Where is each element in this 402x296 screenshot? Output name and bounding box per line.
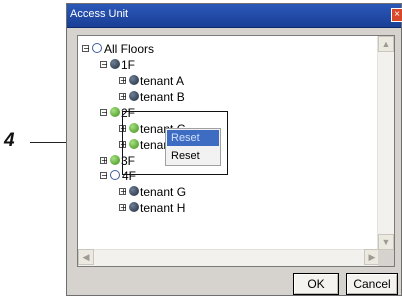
- scroll-left-icon[interactable]: ◀: [78, 249, 94, 265]
- dark-globe-icon: [129, 75, 139, 85]
- vertical-scrollbar[interactable]: ▲ ▼: [377, 36, 394, 250]
- tree-node-label: tenant G: [140, 185, 187, 199]
- window-title: Access Unit: [70, 8, 129, 20]
- tree-node-label: All Floors: [104, 42, 155, 56]
- title-bar[interactable]: Access Unit ×: [67, 4, 402, 28]
- context-menu-item-reset[interactable]: Reset: [167, 148, 219, 164]
- tree-node-label: tenant B: [140, 90, 185, 104]
- callout-number: 4: [4, 130, 15, 151]
- ok-button[interactable]: OK: [293, 273, 339, 295]
- horizontal-scrollbar[interactable]: ◀ ▶: [78, 249, 380, 266]
- expand-icon[interactable]: +: [100, 157, 108, 165]
- dark-globe-icon: [129, 186, 139, 196]
- open-circle-icon: [110, 170, 120, 180]
- scroll-down-icon[interactable]: ▼: [378, 234, 394, 250]
- collapse-icon[interactable]: −: [100, 109, 108, 117]
- collapse-icon[interactable]: −: [100, 172, 108, 180]
- expand-icon[interactable]: +: [119, 204, 127, 212]
- collapse-icon[interactable]: −: [82, 45, 90, 53]
- tree-node-label: tenant H: [140, 201, 186, 215]
- collapse-icon[interactable]: −: [100, 61, 108, 69]
- access-unit-dialog: Access Unit × − All Floors − 1F + tenant…: [66, 3, 402, 296]
- tree-node-label: tenant A: [140, 74, 185, 88]
- context-menu-item-highlighted[interactable]: Reset: [167, 130, 219, 146]
- tree-node-label: 1F: [121, 58, 136, 72]
- scroll-up-icon[interactable]: ▲: [378, 36, 394, 52]
- green-globe-icon: [110, 155, 120, 165]
- expand-icon[interactable]: +: [119, 77, 127, 85]
- dark-globe-icon: [129, 91, 139, 101]
- dark-globe-icon: [110, 59, 120, 69]
- expand-icon[interactable]: +: [119, 188, 127, 196]
- open-circle-icon: [92, 43, 102, 53]
- expand-icon[interactable]: +: [119, 93, 127, 101]
- context-menu: Reset Reset: [165, 128, 221, 166]
- dark-globe-icon: [129, 202, 139, 212]
- cancel-button[interactable]: Cancel: [346, 273, 398, 295]
- scrollbar-corner: [378, 250, 394, 266]
- green-globe-icon: [110, 107, 120, 117]
- close-icon[interactable]: ×: [391, 8, 402, 22]
